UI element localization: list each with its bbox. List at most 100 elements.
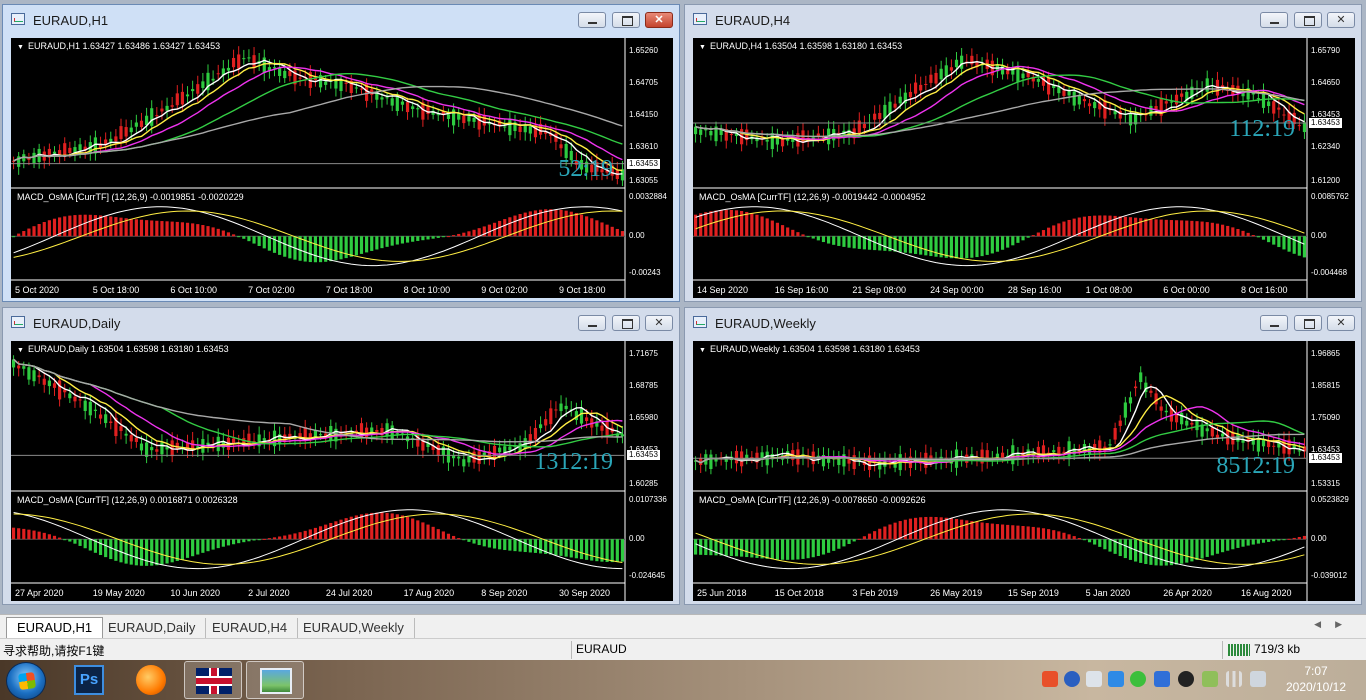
candle-body bbox=[995, 453, 1000, 458]
close-button[interactable] bbox=[1327, 315, 1355, 331]
price-chart[interactable]: EURAUD,H1 1.63427 1.63486 1.63427 1.6345… bbox=[11, 38, 673, 298]
chart-window-weekly[interactable]: EURAUD,Weekly EURAUD,Weekly 1.63504 1.63… bbox=[684, 307, 1362, 605]
macd-histogram-bar bbox=[160, 539, 164, 565]
minimize-button[interactable] bbox=[1260, 12, 1288, 28]
macd-histogram-bar bbox=[837, 539, 841, 549]
macd-histogram-bar bbox=[1154, 539, 1158, 566]
macd-histogram-bar bbox=[574, 213, 578, 237]
maximize-button[interactable] bbox=[612, 12, 640, 28]
window-titlebar[interactable]: EURAUD,Daily bbox=[3, 308, 679, 338]
macd-histogram-bar bbox=[1297, 236, 1301, 256]
macd-histogram-bar bbox=[724, 209, 728, 237]
trading-terminal-taskbar-button[interactable] bbox=[184, 661, 242, 699]
macd-histogram-bar bbox=[1246, 539, 1250, 546]
safely-remove-icon[interactable] bbox=[1202, 671, 1218, 687]
candle-body bbox=[88, 401, 92, 416]
macd-histogram-bar bbox=[1154, 219, 1158, 237]
window-title: EURAUD,Daily bbox=[33, 316, 121, 331]
chart-window-daily[interactable]: EURAUD,Daily EURAUD,Daily 1.63504 1.6359… bbox=[2, 307, 680, 605]
candle-body bbox=[878, 113, 882, 120]
minimize-button[interactable] bbox=[578, 12, 606, 28]
candle-body bbox=[1267, 101, 1271, 107]
macd-histogram-bar bbox=[867, 533, 872, 540]
security-shield-icon[interactable] bbox=[1154, 671, 1170, 687]
macd-histogram-bar bbox=[709, 539, 713, 556]
system-clock[interactable]: 7:07 2020/10/12 bbox=[1272, 663, 1360, 695]
start-button-icon[interactable] bbox=[6, 662, 46, 700]
price-chart[interactable]: EURAUD,Weekly 1.63504 1.63598 1.63180 1.… bbox=[693, 341, 1355, 601]
candle-body bbox=[318, 434, 323, 436]
candle-body bbox=[1169, 101, 1173, 103]
price-chart[interactable]: EURAUD,Daily 1.63504 1.63598 1.63180 1.6… bbox=[11, 341, 673, 601]
macd-axis-label: 0.00 bbox=[629, 534, 645, 544]
macd-histogram-bar bbox=[699, 539, 703, 555]
keyboard-icon[interactable] bbox=[1086, 671, 1102, 687]
candle-body bbox=[477, 451, 481, 464]
window-titlebar[interactable]: EURAUD,Weekly bbox=[685, 308, 1361, 338]
candle-body bbox=[129, 127, 133, 133]
image-viewer-taskbar-button[interactable] bbox=[246, 661, 304, 699]
network-signal-icon[interactable] bbox=[1226, 671, 1242, 687]
status-separator bbox=[571, 641, 572, 659]
candle-body bbox=[1272, 101, 1276, 114]
candle-body bbox=[211, 78, 215, 81]
macd-histogram-bar bbox=[370, 512, 374, 540]
macd-histogram-bar bbox=[693, 539, 698, 555]
macd-histogram-bar bbox=[63, 539, 67, 541]
macd-histogram-bar bbox=[898, 236, 902, 253]
tab-scroll-arrows[interactable]: ◀▶ bbox=[1314, 619, 1356, 630]
candle-body bbox=[1277, 107, 1281, 110]
browser-icon bbox=[136, 665, 166, 695]
macd-histogram-bar bbox=[842, 539, 846, 547]
time-axis-label: 25 Jun 2018 bbox=[697, 588, 747, 598]
window-titlebar[interactable]: EURAUD,H1 bbox=[3, 5, 679, 35]
macd-histogram-bar bbox=[1093, 539, 1097, 545]
close-button[interactable] bbox=[1327, 12, 1355, 28]
chart-window-h1[interactable]: EURAUD,H1 EURAUD,H1 1.63427 1.63486 1.63… bbox=[2, 4, 680, 302]
maximize-button[interactable] bbox=[1294, 12, 1322, 28]
candle-body bbox=[288, 70, 292, 77]
candle-body bbox=[1154, 393, 1158, 405]
volume-icon[interactable] bbox=[1250, 671, 1266, 687]
candle-body bbox=[564, 405, 568, 410]
price-chart[interactable]: EURAUD,H4 1.63504 1.63598 1.63180 1.6345… bbox=[693, 38, 1355, 298]
help-icon[interactable] bbox=[1064, 671, 1080, 687]
close-button[interactable] bbox=[645, 315, 673, 331]
macd-histogram-bar bbox=[1041, 528, 1046, 540]
minimize-button[interactable] bbox=[1260, 315, 1288, 331]
macd-histogram-bar bbox=[278, 236, 282, 255]
window-titlebar[interactable]: EURAUD,H4 bbox=[685, 5, 1361, 35]
candle-body bbox=[416, 108, 420, 110]
photoshop-taskbar-button[interactable]: Ps bbox=[60, 661, 118, 699]
macd-axis-label: 0.00 bbox=[1311, 231, 1327, 241]
macd-histogram-bar bbox=[1256, 539, 1260, 544]
wechat-icon[interactable] bbox=[1130, 671, 1146, 687]
macd-histogram-bar bbox=[134, 219, 138, 237]
maximize-button[interactable] bbox=[612, 315, 640, 331]
macd-histogram-bar bbox=[533, 539, 538, 553]
minimize-button[interactable] bbox=[578, 315, 606, 331]
macd-histogram-bar bbox=[1210, 222, 1214, 237]
macd-histogram-bar bbox=[780, 539, 785, 560]
tab-euraud-daily[interactable]: EURAUD,Daily bbox=[98, 618, 207, 639]
maximize-button[interactable] bbox=[1294, 315, 1322, 331]
macd-histogram-bar bbox=[965, 236, 969, 259]
price-axis-label: 1.62340 bbox=[1311, 142, 1340, 151]
candle-body bbox=[68, 147, 72, 153]
tab-euraud-weekly[interactable]: EURAUD,Weekly bbox=[293, 618, 415, 639]
qq-icon[interactable] bbox=[1178, 671, 1194, 687]
browser-taskbar-button[interactable] bbox=[122, 661, 180, 699]
macd-histogram-bar bbox=[775, 539, 780, 560]
macd-histogram-bar bbox=[734, 210, 739, 237]
chart-window-h4[interactable]: EURAUD,H4 EURAUD,H4 1.63504 1.63598 1.63… bbox=[684, 4, 1362, 302]
macd-histogram-bar bbox=[1031, 526, 1035, 540]
macd-histogram-bar bbox=[770, 220, 774, 237]
candle-body bbox=[924, 84, 928, 86]
close-button[interactable] bbox=[645, 12, 673, 28]
sogou-ime-icon[interactable] bbox=[1042, 671, 1058, 687]
macd-histogram-bar bbox=[467, 231, 471, 237]
notes-icon[interactable] bbox=[1108, 671, 1124, 687]
tab-euraud-h4[interactable]: EURAUD,H4 bbox=[202, 618, 299, 639]
tab-euraud-h1[interactable]: EURAUD,H1 bbox=[6, 617, 104, 639]
macd-histogram-bar bbox=[226, 232, 231, 237]
